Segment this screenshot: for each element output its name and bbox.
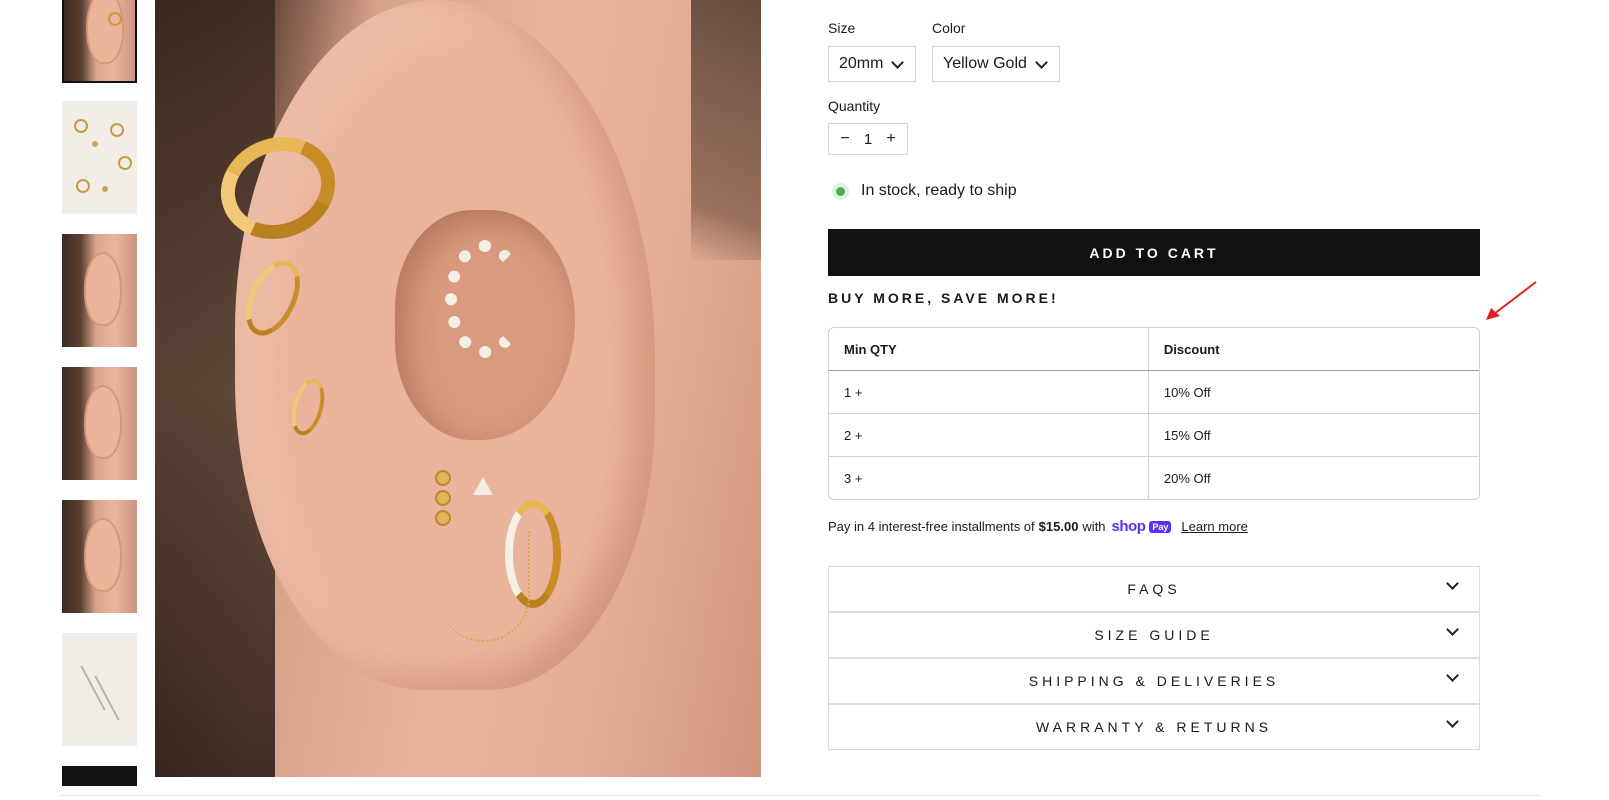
thumbnail-2[interactable]	[62, 101, 137, 214]
quantity-stepper: − 1 +	[828, 123, 908, 155]
stock-status: In stock, ready to ship	[828, 182, 1017, 200]
accordion-title: WARRANTY & RETURNS	[1035, 719, 1273, 735]
min-qty-cell: 3 +	[829, 456, 1149, 499]
color-label: Color	[932, 20, 966, 36]
size-label: Size	[828, 20, 856, 36]
learn-more-link[interactable]: Learn more	[1181, 519, 1247, 534]
ring-mark	[110, 123, 124, 137]
size-value: 20mm	[839, 55, 884, 72]
accordion-title: SHIPPING & DELIVERIES	[1028, 673, 1280, 689]
header-min-qty: Min QTY	[829, 328, 1149, 371]
footer-divider	[60, 795, 1540, 796]
chevron-down-icon	[1035, 55, 1048, 69]
color-select[interactable]: Yellow Gold	[932, 46, 1060, 82]
annotation-arrow-icon	[1486, 281, 1537, 320]
ear-thumbnail-image	[84, 385, 122, 459]
installment-amount: $15.00	[1038, 519, 1079, 534]
thumbnail-5[interactable]	[62, 500, 137, 613]
ear-thumbnail-image	[84, 252, 122, 326]
chevron-down-icon	[1446, 669, 1459, 682]
thumbnail-1[interactable]	[62, 0, 137, 83]
quantity-plus-button[interactable]: +	[883, 130, 899, 148]
accordion-warranty[interactable]: WARRANTY & RETURNS	[828, 704, 1480, 750]
triangle-stud	[473, 477, 493, 495]
main-product-image[interactable]	[155, 0, 761, 777]
chevron-down-icon	[1446, 623, 1459, 636]
min-qty-cell: 1 +	[844, 384, 863, 400]
stock-text: In stock, ready to ship	[861, 182, 1017, 199]
lobe-ball-stud	[437, 512, 449, 524]
shop-pay-badge: Pay	[1149, 520, 1172, 533]
chevron-down-icon	[1446, 577, 1459, 590]
ring-mark	[74, 119, 88, 133]
accordion-title: SIZE GUIDE	[1094, 627, 1214, 643]
thumbnail-3[interactable]	[62, 234, 137, 347]
installments-with: with	[1082, 519, 1106, 534]
quantity-minus-button[interactable]: −	[837, 130, 853, 148]
ear-thumbnail-image	[86, 0, 124, 64]
table-header-row: Min QTY Discount	[829, 328, 1479, 371]
accordion-faqs[interactable]: FAQS	[828, 566, 1480, 612]
hair-region-right	[691, 0, 761, 260]
chevron-down-icon	[1446, 715, 1459, 728]
thumbnail-7[interactable]	[62, 766, 137, 786]
lobe-ball-stud	[437, 492, 449, 504]
shop-pay-logo: shop	[1111, 518, 1146, 535]
thumbnail-4[interactable]	[62, 367, 137, 480]
ear-thumbnail-image	[84, 518, 122, 592]
accordion-title: FAQS	[1127, 581, 1181, 597]
installments-message: Pay in 4 interest-free installments of $…	[828, 518, 1248, 535]
accordion-shipping[interactable]: SHIPPING & DELIVERIES	[828, 658, 1480, 704]
color-value: Yellow Gold	[943, 55, 1027, 72]
lobe-ball-stud	[437, 472, 449, 484]
discount-table: Min QTY Discount 1 + 10% Off 2 + 15% Off…	[828, 327, 1480, 500]
promo-heading: BUY MORE, SAVE MORE!	[828, 290, 1059, 306]
ring-mark	[118, 156, 132, 170]
ring-mark	[108, 12, 122, 26]
discount-cell: 10% Off	[1147, 370, 1479, 414]
quantity-value[interactable]: 1	[864, 131, 872, 148]
stud-mark	[102, 186, 108, 192]
table-row: 1 + 10% Off	[829, 370, 1479, 414]
size-select[interactable]: 20mm	[828, 46, 916, 82]
table-row: 2 + 15% Off	[829, 413, 1479, 457]
ring-mark	[76, 179, 90, 193]
daith-clicker	[445, 240, 525, 358]
add-to-cart-button[interactable]: ADD TO CART	[828, 229, 1480, 276]
quantity-label: Quantity	[828, 98, 881, 114]
table-row: 3 + 20% Off	[829, 456, 1479, 499]
discount-cell: 20% Off	[1147, 456, 1479, 499]
discount-cell: 15% Off	[1147, 413, 1479, 457]
accordion-size-guide[interactable]: SIZE GUIDE	[828, 612, 1480, 658]
min-qty-cell: 2 +	[829, 413, 1149, 457]
stud-mark	[92, 141, 98, 147]
header-discount: Discount	[1147, 328, 1479, 371]
chevron-down-icon	[891, 55, 905, 69]
lobe-chain	[438, 530, 530, 642]
in-stock-dot-icon	[836, 186, 845, 196]
installments-text: Pay in 4 interest-free installments of	[828, 519, 1035, 534]
thumbnail-6[interactable]	[62, 633, 137, 746]
